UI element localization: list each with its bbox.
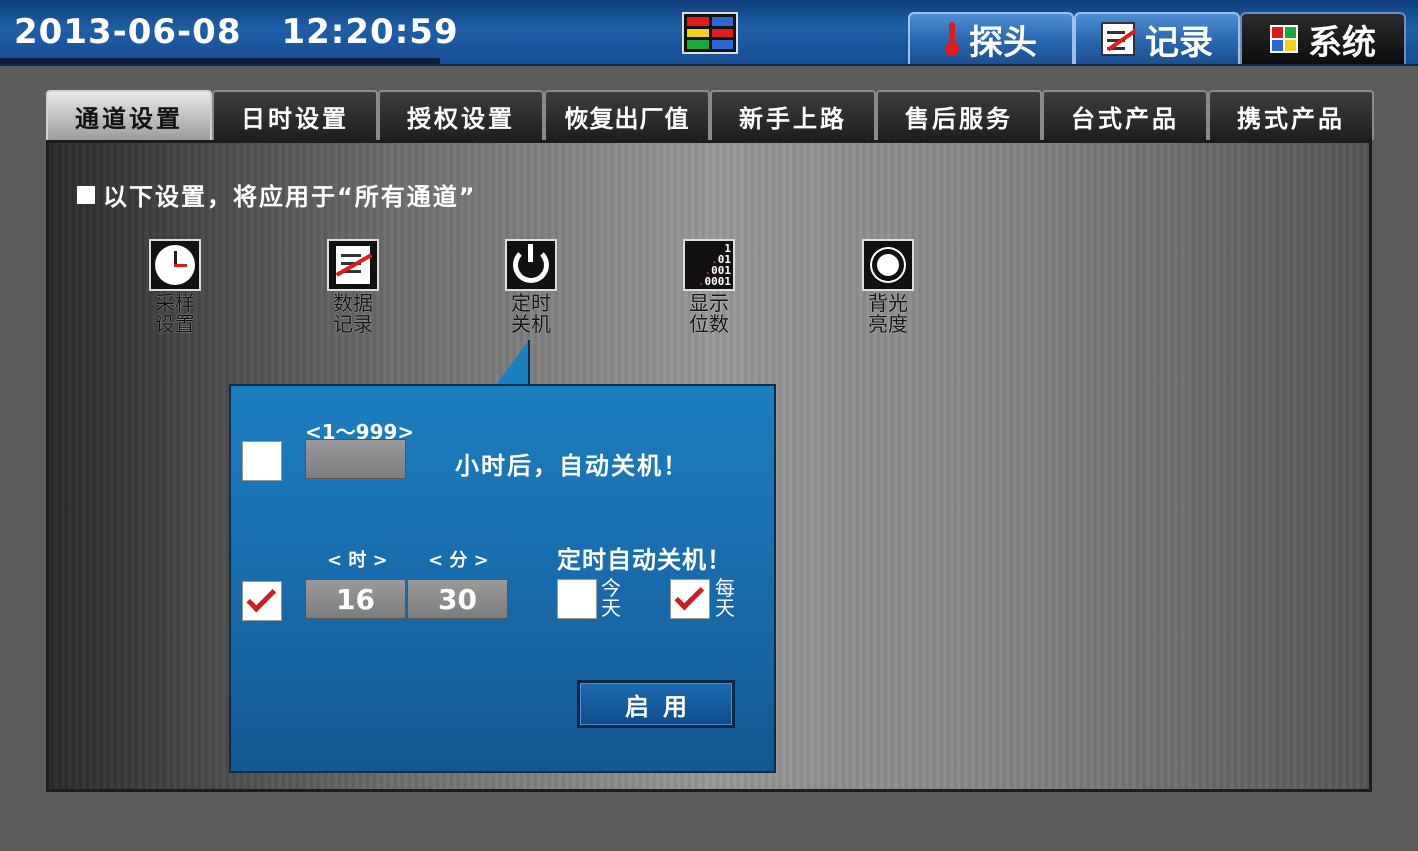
tab-channel-settings[interactable]: 通道设置 [46,90,212,140]
hours-checkbox[interactable] [242,441,282,481]
grid-logo-icon[interactable] [682,12,738,54]
function-label: 显示 位数 [689,291,729,336]
apply-button[interactable]: 启用 [577,680,735,728]
minute-input[interactable]: 30 [407,579,508,619]
system-icon [1270,25,1298,53]
function-backlight-brightness[interactable]: 背光 亮度 [853,239,923,335]
tab-factory-reset[interactable]: 恢复出厂值 [544,90,710,140]
clock-icon [149,239,201,291]
tab-getting-started[interactable]: 新手上路 [710,90,876,140]
power-icon [505,239,557,291]
hour-label: < 时 > [327,550,388,571]
main-tab-label: 记录 [1145,22,1213,63]
record-icon [1101,22,1135,56]
function-display-digits[interactable]: 1.01.001.0001 显示 位数 [674,239,744,335]
everyday-label: 每天 [715,576,735,620]
top-bar: 2013-06-08 12:20:59 探头 记录 系统 [0,0,1418,66]
function-label: 背光 亮度 [868,291,908,336]
tab-license-settings[interactable]: 授权设置 [378,90,544,140]
minute-label: < 分 > [428,550,489,571]
settings-note: 以下设置，将应用于“所有通道” [77,177,477,212]
hours-input[interactable] [305,439,406,479]
popup-pointer-edge [528,340,530,386]
data-record-icon [327,239,379,291]
function-label: 数据 记录 [333,291,373,336]
everyday-checkbox[interactable] [670,579,710,619]
main-tab-probe[interactable]: 探头 [908,12,1074,64]
time-text: 12:20:59 [281,12,459,52]
tab-after-sales[interactable]: 售后服务 [876,90,1042,140]
function-label: 定时 关机 [511,291,551,336]
main-tab-label: 探头 [969,22,1037,63]
checkmark-icon [674,580,705,611]
brightness-icon [862,239,914,291]
function-sampling-settings[interactable]: 采样 设置 [140,239,210,335]
digits-icon: 1.01.001.0001 [683,239,735,291]
tab-datetime-settings[interactable]: 日时设置 [212,90,378,140]
datetime-display: 2013-06-08 12:20:59 [14,10,459,54]
today-label: 今天 [601,576,621,620]
main-tab-label: 系统 [1308,22,1376,63]
function-timed-shutdown[interactable]: 定时 关机 [496,239,566,335]
settings-note-text: 以下设置，将应用于“所有通道” [103,183,477,211]
bullet-square-icon [77,185,95,204]
main-tab-record[interactable]: 记录 [1074,12,1240,64]
hour-input[interactable]: 16 [305,579,406,619]
timed-checkbox[interactable] [242,581,282,621]
thermometer-icon [945,22,959,56]
main-tab-system[interactable]: 系统 [1240,12,1406,64]
popup-pointer [495,340,529,386]
function-label: 采样 设置 [155,291,195,336]
date-text: 2013-06-08 [14,12,242,52]
checkmark-icon [246,582,277,613]
function-data-record[interactable]: 数据 记录 [318,239,388,335]
sub-tabs: 通道设置 日时设置 授权设置 恢复出厂值 新手上路 售后服务 台式产品 携式产品 [46,90,1374,140]
timed-shutdown-popup: <1～999> 小时后，自动关机！ < 时 > < 分 > 定时自动关机！ 16… [229,384,776,773]
hours-shutdown-text: 小时后，自动关机！ [455,452,689,480]
tab-portable-products[interactable]: 携式产品 [1208,90,1374,140]
today-checkbox[interactable] [557,579,597,619]
tab-desktop-products[interactable]: 台式产品 [1042,90,1208,140]
timed-shutdown-text: 定时自动关机！ [557,546,732,574]
main-tabs: 探头 记录 系统 [908,12,1406,64]
